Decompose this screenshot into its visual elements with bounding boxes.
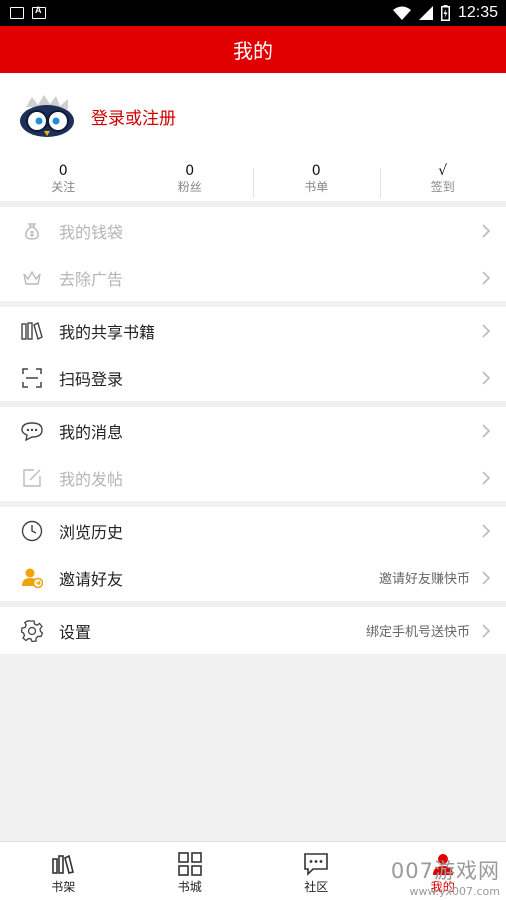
- menu-item-remove-ads[interactable]: 去除广告: [0, 254, 506, 301]
- user-icon: [432, 854, 453, 875]
- menu-group-activity: 浏览历史 邀请好友 邀请好友赚快币: [0, 507, 506, 601]
- wifi-icon: [392, 6, 411, 20]
- nav-tab-community[interactable]: 社区: [253, 842, 380, 900]
- avatar[interactable]: [18, 95, 76, 141]
- stats-bar: 0 关注 0 粉丝 0 书单 √ 签到: [0, 161, 506, 201]
- menu-group-books: 我的共享书籍 扫码登录: [0, 307, 506, 401]
- wallet-icon: [21, 220, 43, 242]
- nav-tab-bookstore[interactable]: 书城: [127, 842, 254, 900]
- chevron-right-icon: [482, 623, 491, 638]
- grid-icon: [177, 852, 202, 876]
- books-icon: [21, 320, 43, 342]
- chevron-right-icon: [482, 270, 491, 285]
- chevron-right-icon: [482, 370, 491, 385]
- menu-item-label: 邀请好友: [59, 569, 124, 589]
- stat-label: 书单: [304, 180, 329, 194]
- settings-promo-text: 绑定手机号送快币: [365, 625, 470, 640]
- menu-group-account: 我的钱袋 去除广告: [0, 207, 506, 301]
- gear-icon: [21, 619, 43, 642]
- clock-time: 12:35: [457, 4, 498, 21]
- nav-tab-bookshelf[interactable]: 书架: [0, 842, 127, 900]
- clock-icon: [21, 520, 43, 542]
- nav-label: 书城: [177, 880, 202, 894]
- chat-bubble-icon: [21, 420, 43, 442]
- page-title: 我的: [233, 39, 273, 63]
- chevron-right-icon: [482, 223, 491, 238]
- crown-icon: [21, 267, 43, 289]
- status-bar: 12:35: [0, 0, 506, 26]
- profile-section[interactable]: 登录或注册: [0, 73, 506, 161]
- login-register-link[interactable]: 登录或注册: [91, 104, 176, 129]
- signal-icon: [418, 6, 433, 20]
- menu-item-history[interactable]: 浏览历史: [0, 507, 506, 554]
- nav-label: 社区: [304, 880, 329, 894]
- stat-booklists[interactable]: 0 书单: [253, 161, 380, 201]
- stat-checkin[interactable]: √ 签到: [379, 161, 506, 201]
- stat-label: 关注: [51, 180, 76, 194]
- stat-value: 0: [185, 163, 195, 179]
- title-bar: 我的: [0, 26, 506, 73]
- menu-item-invite-friends[interactable]: 邀请好友 邀请好友赚快币: [0, 554, 506, 601]
- menu-item-label: 去除广告: [59, 269, 124, 289]
- menu-item-messages[interactable]: 我的消息: [0, 407, 506, 454]
- chevron-right-icon: [482, 523, 491, 538]
- chevron-right-icon: [482, 570, 491, 585]
- menu-item-label: 我的钱袋: [59, 222, 124, 242]
- menu-item-wallet[interactable]: 我的钱袋: [0, 207, 506, 254]
- stat-value: 0: [58, 163, 68, 179]
- bookshelf-icon: [52, 854, 75, 874]
- image-notification-icon: [10, 7, 24, 19]
- menu-item-scan-login[interactable]: 扫码登录: [0, 354, 506, 401]
- stat-label: 粉丝: [177, 180, 202, 194]
- stat-fans[interactable]: 0 粉丝: [127, 161, 254, 201]
- invite-promo-text: 邀请好友赚快币: [378, 572, 470, 587]
- chat-icon: [304, 853, 329, 876]
- chevron-right-icon: [482, 423, 491, 438]
- chevron-right-icon: [482, 470, 491, 485]
- nav-label: 我的: [430, 880, 455, 894]
- nav-label: 书架: [51, 880, 76, 894]
- menu-item-label: 浏览历史: [59, 522, 124, 542]
- bottom-navigation: 书架 书城 社区 我的: [0, 841, 506, 900]
- menu-item-label: 扫码登录: [59, 369, 124, 389]
- scan-icon: [21, 367, 43, 389]
- menu-item-label: 我的消息: [59, 422, 124, 442]
- menu-item-settings[interactable]: 设置 绑定手机号送快币: [0, 607, 506, 654]
- stat-value: 0: [311, 163, 321, 179]
- menu-item-label: 我的发帖: [59, 469, 124, 489]
- app-notification-icon: [32, 5, 46, 19]
- battery-icon: [440, 5, 450, 21]
- nav-tab-mine[interactable]: 我的: [380, 842, 506, 900]
- chevron-right-icon: [482, 323, 491, 338]
- menu-group-settings: 设置 绑定手机号送快币: [0, 607, 506, 654]
- menu-item-label: 我的共享书籍: [59, 322, 156, 342]
- menu-item-shared-books[interactable]: 我的共享书籍: [0, 307, 506, 354]
- menu-item-my-posts[interactable]: 我的发帖: [0, 454, 506, 501]
- stat-value: √: [438, 163, 448, 179]
- menu-item-label: 设置: [59, 622, 92, 642]
- invite-user-icon: [21, 567, 43, 589]
- stat-label: 签到: [430, 180, 455, 194]
- stat-following[interactable]: 0 关注: [0, 161, 127, 201]
- edit-icon: [21, 467, 43, 489]
- menu-group-community: 我的消息 我的发帖: [0, 407, 506, 501]
